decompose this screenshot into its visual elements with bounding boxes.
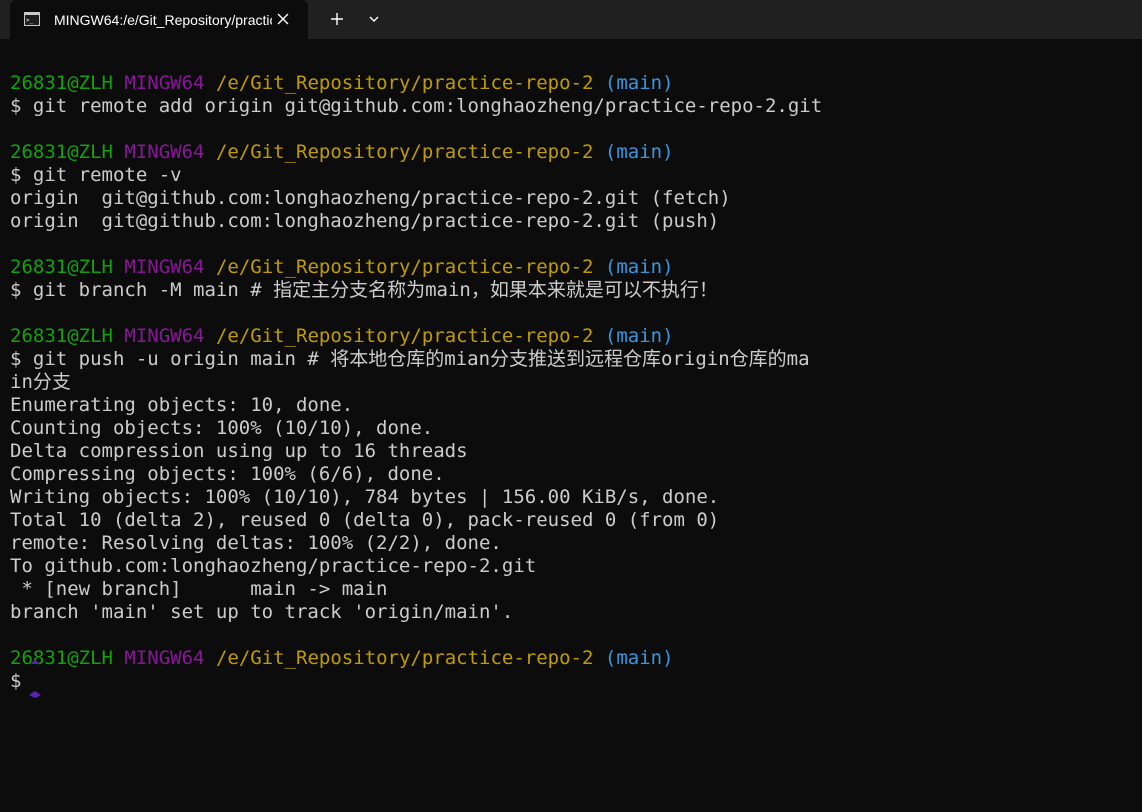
prompt-user: 26831@ZLH xyxy=(10,256,113,278)
prompt-system: MINGW64 xyxy=(124,72,205,94)
output-line: Writing objects: 100% (10/10), 784 bytes… xyxy=(10,486,720,508)
prompt-system: MINGW64 xyxy=(124,256,205,278)
tab-dropdown-button[interactable] xyxy=(362,7,386,31)
output-line: Delta compression using up to 16 threads xyxy=(10,440,468,462)
prompt-branch: (main) xyxy=(604,647,674,669)
prompt-branch: (main) xyxy=(604,141,674,163)
terminal-icon: >_ xyxy=(24,12,40,26)
plus-icon xyxy=(324,7,350,31)
prompt-user: 26831@ZLH xyxy=(10,325,113,347)
terminal-window: >_ MINGW64:/e/Git_Repository/practice-re… xyxy=(0,0,1142,812)
prompt-path: /e/Git_Repository/practice-repo-2 xyxy=(215,325,594,347)
tab-title: MINGW64:/e/Git_Repository/practice-repo-… xyxy=(54,12,272,28)
terminal-output[interactable]: 26831@ZLH MINGW64 /e/Git_Repository/prac… xyxy=(0,39,1142,812)
text-cursor xyxy=(28,660,42,700)
prompt-system: MINGW64 xyxy=(124,647,205,669)
output-line: To github.com:longhaozheng/practice-repo… xyxy=(10,555,537,577)
prompt-branch: (main) xyxy=(604,72,674,94)
new-tab-button[interactable] xyxy=(324,7,350,31)
prompt-system: MINGW64 xyxy=(124,325,205,347)
prompt-path: /e/Git_Repository/practice-repo-2 xyxy=(215,256,594,278)
output-line: Compressing objects: 100% (6/6), done. xyxy=(10,463,445,485)
close-icon[interactable] xyxy=(272,8,294,30)
output-line: * [new branch] main -> main xyxy=(10,578,388,600)
prompt-user: 26831@ZLH xyxy=(10,647,113,669)
title-bar: >_ MINGW64:/e/Git_Repository/practice-re… xyxy=(0,0,1142,39)
prompt-user: 26831@ZLH xyxy=(10,72,113,94)
output-line: origin git@github.com:longhaozheng/pract… xyxy=(10,210,720,232)
prompt-user: 26831@ZLH xyxy=(10,141,113,163)
prompt-line: 26831@ZLH MINGW64 /e/Git_Repository/prac… xyxy=(10,256,674,279)
prompt-path: /e/Git_Repository/practice-repo-2 xyxy=(215,647,594,669)
command-line-wrap: in分支 xyxy=(10,371,71,393)
command-line: $ git branch -M main # 指定主分支名称为main，如果本来… xyxy=(10,279,718,301)
tab-mingw64[interactable]: >_ MINGW64:/e/Git_Repository/practice-re… xyxy=(10,0,308,39)
prompt-line: 26831@ZLH MINGW64 /e/Git_Repository/prac… xyxy=(10,72,674,95)
prompt-branch: (main) xyxy=(604,325,674,347)
prompt-branch: (main) xyxy=(604,256,674,278)
output-line: Total 10 (delta 2), reused 0 (delta 0), … xyxy=(10,509,720,531)
prompt-path: /e/Git_Repository/practice-repo-2 xyxy=(215,72,594,94)
prompt-line: 26831@ZLH MINGW64 /e/Git_Repository/prac… xyxy=(10,647,674,670)
prompt-path: /e/Git_Repository/practice-repo-2 xyxy=(215,141,594,163)
output-line: remote: Resolving deltas: 100% (2/2), do… xyxy=(10,532,502,554)
output-line: branch 'main' set up to track 'origin/ma… xyxy=(10,601,514,623)
command-line: $ git remote -v xyxy=(10,164,182,186)
prompt-system: MINGW64 xyxy=(124,141,205,163)
chevron-down-icon xyxy=(362,7,386,31)
output-line: Enumerating objects: 10, done. xyxy=(10,394,354,416)
prompt-line: 26831@ZLH MINGW64 /e/Git_Repository/prac… xyxy=(10,141,674,164)
output-line: origin git@github.com:longhaozheng/pract… xyxy=(10,187,731,209)
command-line: $ git remote add origin git@github.com:l… xyxy=(10,95,823,117)
command-line: $ xyxy=(10,670,22,692)
command-line: $ git push -u origin main # 将本地仓库的mian分支… xyxy=(10,348,810,370)
prompt-line: 26831@ZLH MINGW64 /e/Git_Repository/prac… xyxy=(10,325,674,348)
svg-text:>_: >_ xyxy=(26,17,34,24)
output-line: Counting objects: 100% (10/10), done. xyxy=(10,417,434,439)
